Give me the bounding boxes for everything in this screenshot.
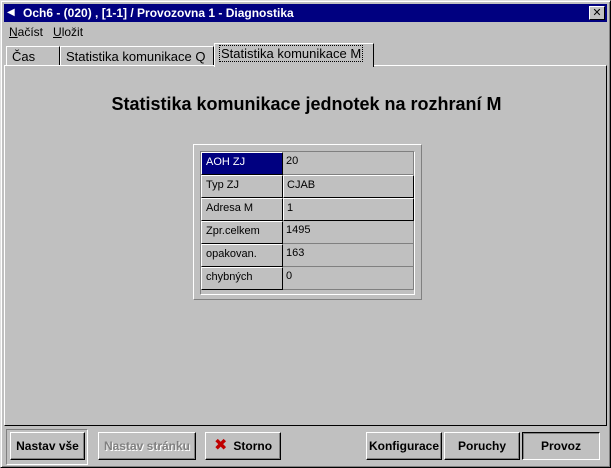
tab-label: Statistika komunikace M (218, 45, 364, 62)
tab-label: Čas (12, 49, 36, 64)
row-value-aoh-zj[interactable]: 20 (283, 152, 414, 175)
nastav-stranku-button[interactable]: Nastav stránku (98, 432, 196, 460)
table-row: Zpr.celkem 1495 (201, 221, 414, 244)
stats-grid-frame: AOH ZJ 20 Typ ZJ CJAB Adresa M 1 Zpr.cel… (193, 144, 422, 300)
table-row: AOH ZJ 20 (201, 152, 414, 175)
page-title: Statistika komunikace jednotek na rozhra… (111, 94, 502, 114)
window-title: Och6 - (020) , [1-1] / Provozovna 1 - Di… (23, 6, 294, 20)
menu-item-ulozit[interactable]: Uložit (48, 25, 88, 39)
close-button[interactable]: ✕ (589, 6, 605, 20)
tab-statistika-m[interactable]: Statistika komunikace M (214, 43, 374, 67)
poruchy-button[interactable]: Poruchy (444, 432, 520, 460)
bottom-toolbar: Nastav vše Nastav stránku ✖ Storno Konfi… (4, 429, 607, 465)
menu-item-nacist[interactable]: Načíst (4, 25, 48, 39)
button-label: Storno (233, 439, 273, 453)
row-label-chybnych[interactable]: chybných (201, 267, 283, 290)
tab-strip: Čas Statistika komunikace Q Statistika k… (4, 42, 607, 67)
row-label-typ-zj[interactable]: Typ ZJ (201, 175, 283, 198)
row-label-zpr-celkem[interactable]: Zpr.celkem (201, 221, 283, 244)
provoz-button[interactable]: Provoz (522, 432, 600, 460)
storno-button[interactable]: ✖ Storno (205, 432, 281, 460)
tab-cas[interactable]: Čas (6, 46, 60, 66)
tab-panel: Statistika komunikace jednotek na rozhra… (4, 65, 607, 426)
menu-bar: Načíst Uložit (4, 23, 607, 41)
main-window: ◀ Och6 - (020) , [1-1] / Provozovna 1 - … (0, 0, 611, 468)
konfigurace-button[interactable]: Konfigurace (366, 432, 442, 460)
row-value-zpr-celkem[interactable]: 1495 (283, 221, 414, 244)
tab-statistika-q[interactable]: Statistika komunikace Q (60, 46, 214, 66)
button-label: Poruchy (457, 439, 506, 453)
row-label-opakovan[interactable]: opakovan. (201, 244, 283, 267)
table-row: Typ ZJ CJAB (201, 175, 414, 198)
red-x-icon: ✖ (213, 437, 228, 454)
row-value-adresa-m[interactable]: 1 (283, 198, 414, 221)
button-label: Nastav vše (16, 439, 79, 453)
tab-label: Statistika komunikace Q (66, 49, 206, 64)
table-row: opakovan. 163 (201, 244, 414, 267)
title-bar[interactable]: ◀ Och6 - (020) , [1-1] / Provozovna 1 - … (4, 4, 607, 22)
row-value-chybnych[interactable]: 0 (283, 267, 414, 290)
button-label: Konfigurace (368, 439, 439, 453)
nastav-vse-button[interactable]: Nastav vše (10, 432, 85, 460)
row-label-adresa-m[interactable]: Adresa M (201, 198, 283, 221)
close-icon: ✕ (592, 7, 602, 19)
table-row: chybných 0 (201, 267, 414, 290)
row-label-aoh-zj[interactable]: AOH ZJ (201, 152, 283, 175)
row-value-typ-zj[interactable]: CJAB (283, 175, 414, 198)
button-label: Provoz (540, 439, 581, 453)
stats-grid: AOH ZJ 20 Typ ZJ CJAB Adresa M 1 Zpr.cel… (200, 151, 415, 295)
left-arrow-icon[interactable]: ◀ (7, 4, 21, 22)
row-value-opakovan[interactable]: 163 (283, 244, 414, 267)
button-label: Nastav stránku (103, 439, 191, 453)
table-row: Adresa M 1 (201, 198, 414, 221)
